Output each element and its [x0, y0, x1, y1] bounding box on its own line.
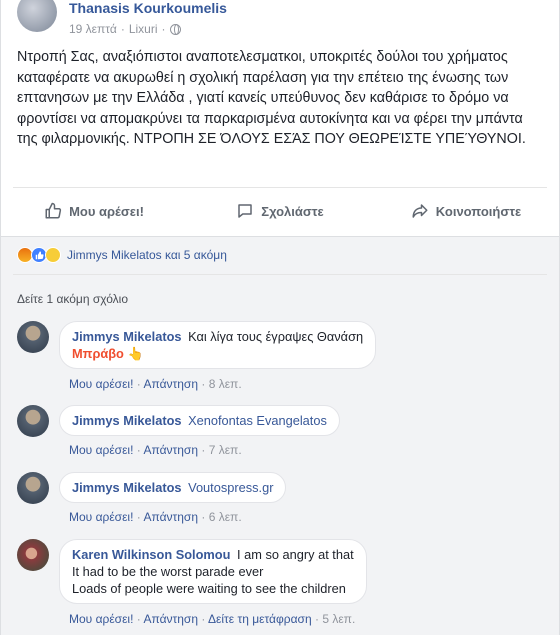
comment-footer: Μου αρέσει! · Απάντηση · 6 λεπ. [69, 510, 242, 524]
commenter-name[interactable]: Jimmys Mikelatos [72, 329, 182, 344]
comment-footer: Μου αρέσει! · Απάντηση · 8 λεπ. [69, 377, 242, 391]
sad-emoji-icon [45, 247, 61, 263]
commenter-avatar[interactable] [17, 539, 49, 571]
post-card: Thanasis Kourkoumelis 19 λεπτά · Lixuri … [0, 0, 560, 635]
post-text: Ντροπή Σας, αναξιόπιστοι αναποτελεσματκο… [17, 49, 526, 147]
comment-icon [238, 204, 253, 218]
commenter-avatar[interactable] [17, 472, 49, 504]
comments-section: Jimmys Mikelatos και 5 ακόμη Δείτε 1 ακό… [1, 236, 559, 635]
meta-separator: · [120, 22, 125, 36]
divider [13, 187, 547, 188]
comment-time[interactable]: 7 λεπ. [209, 443, 242, 457]
comment-footer: Μου αρέσει! · Απάντηση · 7 λεπ. [69, 443, 242, 457]
view-more-comments-link[interactable]: Δείτε 1 ακόμη σχόλιο [17, 292, 128, 306]
like-button[interactable]: Μου αρέσει! [1, 194, 187, 228]
comment-like-link[interactable]: Μου αρέσει! [69, 443, 133, 457]
comment-bubble: Karen Wilkinson Solomou I am so angry at… [59, 539, 367, 604]
comment-bubble: Jimmys Mikelatos Xenofontas Evangelatos [59, 405, 340, 436]
share-button[interactable]: Κοινοποιήστε [373, 194, 559, 228]
comment-text: Loads of people were waiting to see the … [72, 581, 346, 596]
pointing-up-emoji: 👆 [127, 346, 144, 361]
commenter-name[interactable]: Jimmys Mikelatos [72, 413, 182, 428]
post-actions: Μου αρέσει! Σχολιάστε Κοινοποιήστε [1, 194, 559, 228]
meta-separator: · [161, 22, 166, 36]
author-avatar[interactable] [17, 0, 57, 32]
comment-reply-link[interactable]: Απάντηση [143, 510, 198, 524]
comment-time[interactable]: 8 λεπ. [209, 377, 242, 391]
mentioned-user-link[interactable]: Xenofontas Evangelatos [188, 413, 327, 428]
thumbs-up-icon [45, 202, 62, 219]
comment-bubble: Jimmys Mikelatos Και λίγα τους έγραψες Θ… [59, 321, 377, 369]
post-meta: 19 λεπτά · Lixuri · [69, 22, 181, 36]
comment-button[interactable]: Σχολιάστε [187, 194, 373, 228]
divider [13, 274, 547, 275]
comment-time[interactable]: 5 λεπ. [322, 612, 355, 626]
commenter-avatar[interactable] [17, 405, 49, 437]
reactions-summary[interactable]: Jimmys Mikelatos και 5 ακόμη [67, 248, 227, 262]
comment-text: It had to be the worst parade ever [72, 564, 264, 579]
comment-text: Και λίγα τους έγραψες Θανάση [188, 329, 364, 344]
comment-footer: Μου αρέσει! · Απάντηση · Δείτε τη μετάφρ… [69, 612, 356, 626]
reactions-bar[interactable]: Jimmys Mikelatos και 5 ακόμη [17, 247, 227, 263]
post-author[interactable]: Thanasis Kourkoumelis [69, 0, 227, 16]
globe-icon[interactable] [169, 23, 181, 35]
commenter-name[interactable]: Karen Wilkinson Solomou [72, 547, 230, 562]
comment-bubble: Jimmys Mikelatos Voutospress.gr [59, 472, 287, 503]
comment-text: I am so angry at that [237, 547, 354, 562]
see-translation-link[interactable]: Δείτε τη μετάφραση [208, 612, 312, 626]
commenter-name[interactable]: Jimmys Mikelatos [72, 480, 182, 495]
comment-like-link[interactable]: Μου αρέσει! [69, 612, 133, 626]
share-label: Κοινοποιήστε [435, 203, 522, 219]
comment-like-link[interactable]: Μου αρέσει! [69, 377, 133, 391]
comment-label: Σχολιάστε [261, 203, 324, 219]
post-time[interactable]: 19 λεπτά [69, 22, 117, 36]
mentioned-page-link[interactable]: Voutospress.gr [188, 480, 273, 495]
comment-reply-link[interactable]: Απάντηση [143, 612, 198, 626]
comment-time[interactable]: 6 λεπ. [209, 510, 242, 524]
comment-text: Μπράβο [72, 346, 124, 361]
comment-like-link[interactable]: Μου αρέσει! [69, 510, 133, 524]
comment-reply-link[interactable]: Απάντηση [143, 377, 198, 391]
comment-reply-link[interactable]: Απάντηση [143, 443, 198, 457]
like-label: Μου αρέσει! [69, 203, 144, 219]
commenter-avatar[interactable] [17, 321, 49, 353]
share-icon [412, 204, 428, 218]
post-location[interactable]: Lixuri [129, 22, 158, 36]
